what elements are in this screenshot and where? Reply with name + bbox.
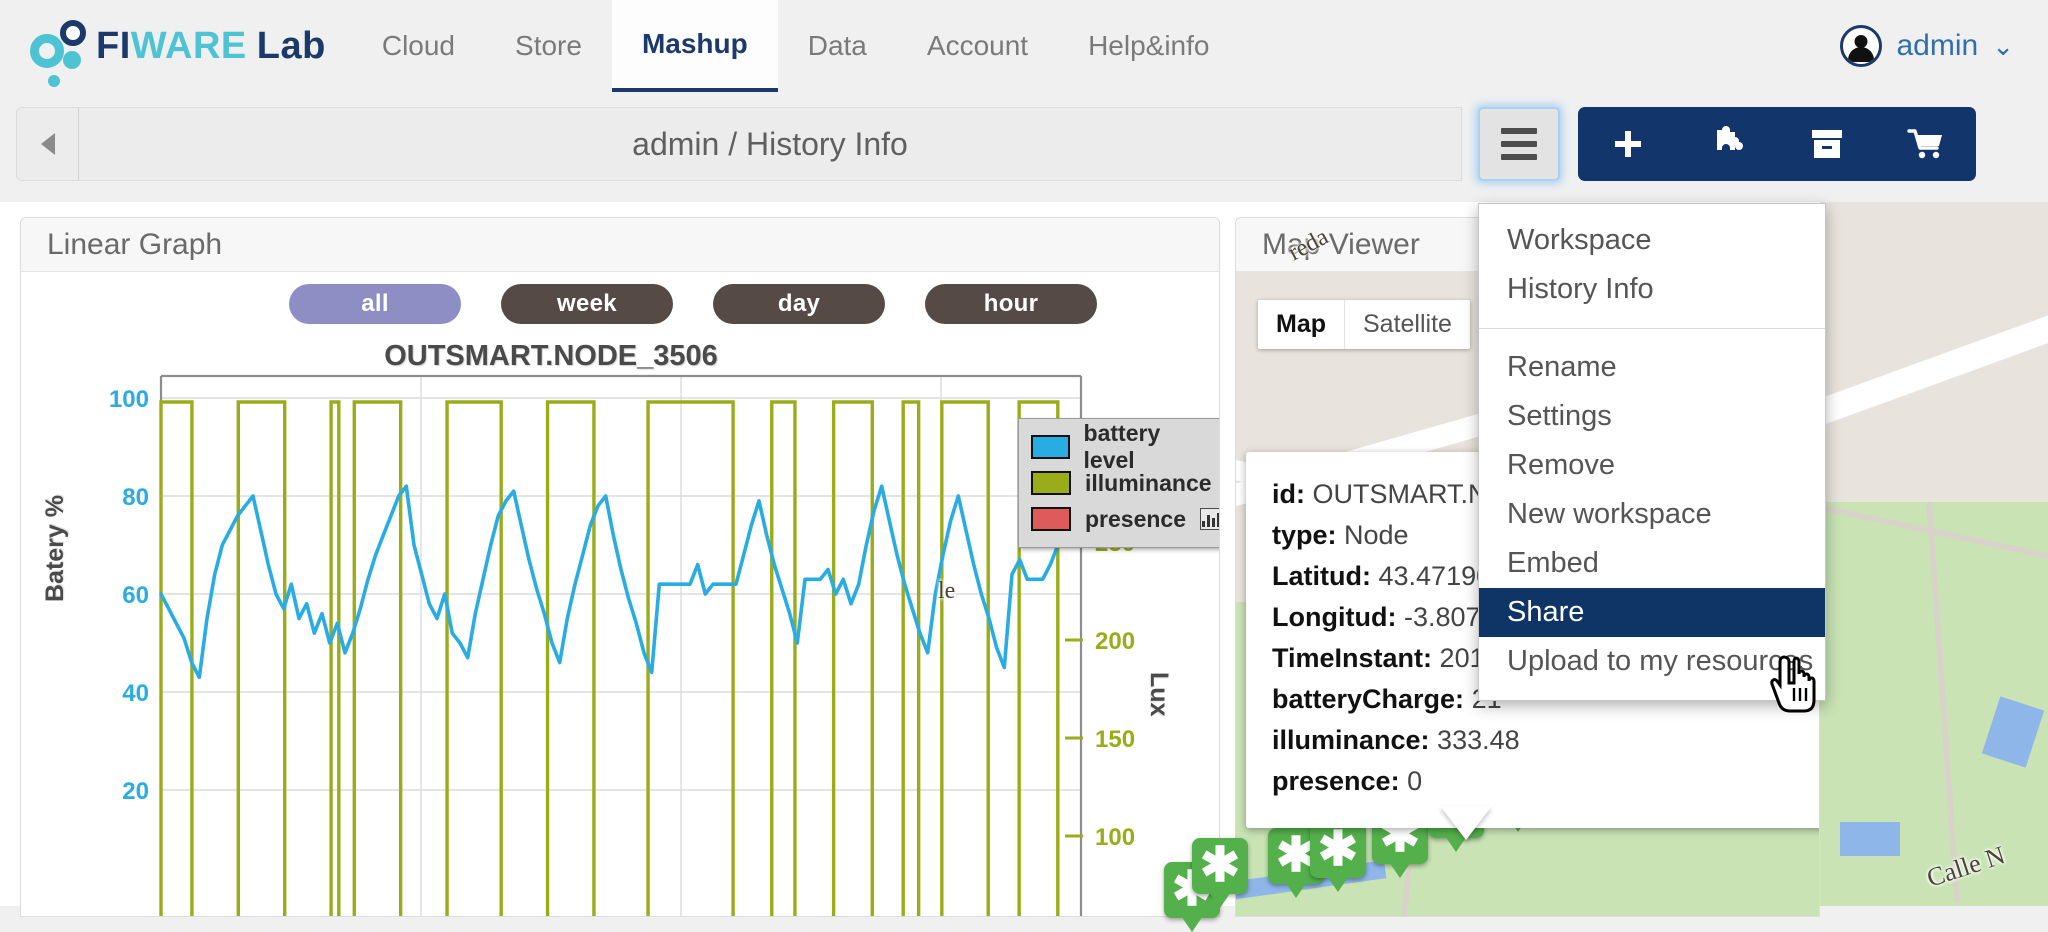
main-navigation: Cloud Store Mashup Data Account Help&inf… bbox=[352, 0, 1240, 92]
menu-separator bbox=[1479, 328, 1825, 329]
info-key-timeinstant: TimeInstant: bbox=[1272, 643, 1433, 674]
map-type-satellite[interactable]: Satellite bbox=[1344, 300, 1470, 349]
y-axis-right-label: Lux bbox=[1145, 672, 1173, 717]
nav-item-store[interactable]: Store bbox=[485, 0, 612, 92]
menu-item-remove[interactable]: Remove bbox=[1479, 441, 1825, 490]
y-axis-left-label: Batery % bbox=[41, 495, 69, 602]
back-arrow-icon[interactable] bbox=[16, 107, 78, 181]
range-button-day[interactable]: day bbox=[713, 284, 885, 324]
svg-text:100: 100 bbox=[109, 386, 149, 413]
info-key-illuminance: illuminance: bbox=[1272, 725, 1430, 756]
user-name-label: admin bbox=[1896, 29, 1979, 62]
top-navbar: FIWARE Lab Cloud Store Mashup Data Accoun… bbox=[0, 0, 2048, 92]
legend-swatch-illuminance bbox=[1031, 471, 1071, 495]
toolbar-action-group bbox=[1578, 107, 1976, 181]
svg-text:100: 100 bbox=[1095, 824, 1135, 851]
info-value-type: Node bbox=[1344, 520, 1409, 551]
info-key-presence: presence: bbox=[1272, 766, 1400, 797]
time-range-selector: all week day hour bbox=[289, 284, 1097, 324]
svg-text:150: 150 bbox=[1095, 726, 1135, 753]
linear-graph-body: all week day hour OUTSMART.NODE_3506 100… bbox=[21, 272, 1219, 916]
user-avatar-icon bbox=[1840, 25, 1883, 67]
bar-chart-icon[interactable] bbox=[1200, 508, 1219, 530]
linear-graph-widget: Linear Graph all week day hour OUTSMART.… bbox=[20, 217, 1220, 917]
workspace-title: admin / History Info bbox=[78, 107, 1462, 181]
info-key-id: id: bbox=[1272, 479, 1305, 509]
plus-icon[interactable] bbox=[1578, 107, 1678, 181]
legend-swatch-battery bbox=[1031, 435, 1070, 459]
menu-item-embed[interactable]: Embed bbox=[1479, 539, 1825, 588]
map-marker[interactable]: ✱ bbox=[1310, 822, 1366, 878]
svg-text:40: 40 bbox=[122, 680, 149, 707]
map-type-map[interactable]: Map bbox=[1258, 300, 1344, 349]
menu-item-share[interactable]: Share bbox=[1479, 588, 1825, 637]
map-overflow-region[interactable] bbox=[1820, 202, 2048, 906]
menu-item-new-workspace[interactable]: New workspace bbox=[1479, 490, 1825, 539]
logo-text-fi: FI bbox=[96, 24, 131, 67]
nav-item-cloud[interactable]: Cloud bbox=[352, 0, 485, 92]
fiware-lab-logo[interactable]: FIWARE Lab bbox=[0, 0, 352, 92]
menu-item-settings[interactable]: Settings bbox=[1479, 392, 1825, 441]
menu-item-upload-to-my-resources[interactable]: Upload to my resources bbox=[1479, 637, 1825, 686]
workspace-toolbar: admin / History Info bbox=[0, 92, 2048, 202]
legend-label-presence: presence bbox=[1085, 505, 1187, 532]
range-button-all[interactable]: all bbox=[289, 284, 461, 324]
menu-item-workspace[interactable]: Workspace bbox=[1479, 216, 1825, 265]
info-value-illuminance: 333.48 bbox=[1437, 725, 1520, 756]
legend-item-presence[interactable]: presence bbox=[1031, 501, 1219, 537]
range-button-hour[interactable]: hour bbox=[925, 284, 1097, 324]
info-key-latitud: Latitud: bbox=[1272, 561, 1371, 592]
user-menu[interactable]: admin ⌄ bbox=[1840, 0, 2048, 92]
nav-item-data[interactable]: Data bbox=[778, 0, 897, 92]
logo-text-ware: WARE bbox=[130, 24, 247, 67]
svg-text:80: 80 bbox=[122, 484, 149, 511]
info-key-type: type: bbox=[1272, 520, 1337, 551]
chart-legend: battery level illuminance presence bbox=[1018, 418, 1219, 548]
nav-item-mashup[interactable]: Mashup bbox=[611, 0, 778, 92]
archive-box-icon[interactable] bbox=[1777, 107, 1877, 181]
info-bubble-tail bbox=[1440, 806, 1492, 840]
info-row-illuminance: illuminance: 333.48 bbox=[1272, 720, 1819, 761]
nav-item-help-info[interactable]: Help&info bbox=[1058, 0, 1239, 92]
svg-text:20: 20 bbox=[122, 778, 149, 805]
logo-text-lab: Lab bbox=[256, 24, 326, 67]
hamburger-menu-icon[interactable] bbox=[1478, 107, 1560, 181]
svg-text:200: 200 bbox=[1095, 628, 1135, 655]
puzzle-piece-icon[interactable] bbox=[1678, 107, 1778, 181]
nav-item-account[interactable]: Account bbox=[897, 0, 1058, 92]
linear-graph-title: Linear Graph bbox=[21, 218, 1219, 272]
menu-item-history-info[interactable]: History Info bbox=[1479, 265, 1825, 314]
legend-label-battery: battery level bbox=[1083, 420, 1161, 473]
chevron-down-icon[interactable]: ⌄ bbox=[1992, 33, 2014, 59]
map-type-control: Map Satellite bbox=[1258, 300, 1470, 349]
workspace-dropdown-menu: Workspace History Info Rename Settings R… bbox=[1478, 203, 1826, 701]
map-marker[interactable]: ✱ bbox=[1192, 838, 1248, 894]
menu-item-rename[interactable]: Rename bbox=[1479, 343, 1825, 392]
info-key-longitud: Longitud: bbox=[1272, 602, 1397, 633]
info-value-presence: 0 bbox=[1407, 766, 1423, 797]
svg-text:60: 60 bbox=[122, 582, 149, 609]
shopping-cart-icon[interactable] bbox=[1877, 107, 1977, 181]
street-label-le: le bbox=[938, 578, 956, 604]
range-button-week[interactable]: week bbox=[501, 284, 673, 324]
info-row-presence: presence: 0 bbox=[1272, 761, 1819, 802]
legend-item-battery-level[interactable]: battery level bbox=[1031, 420, 1219, 473]
fiware-logo-icon bbox=[30, 18, 86, 87]
legend-label-illuminance: illuminance bbox=[1085, 469, 1212, 496]
logo-wordmark: FIWARE Lab bbox=[96, 25, 326, 68]
legend-item-illuminance[interactable]: illuminance bbox=[1031, 465, 1219, 501]
info-key-batterycharge: batteryCharge: bbox=[1272, 684, 1465, 715]
legend-swatch-presence bbox=[1031, 507, 1071, 531]
chart-title: OUTSMART.NODE_3506 bbox=[384, 340, 718, 372]
